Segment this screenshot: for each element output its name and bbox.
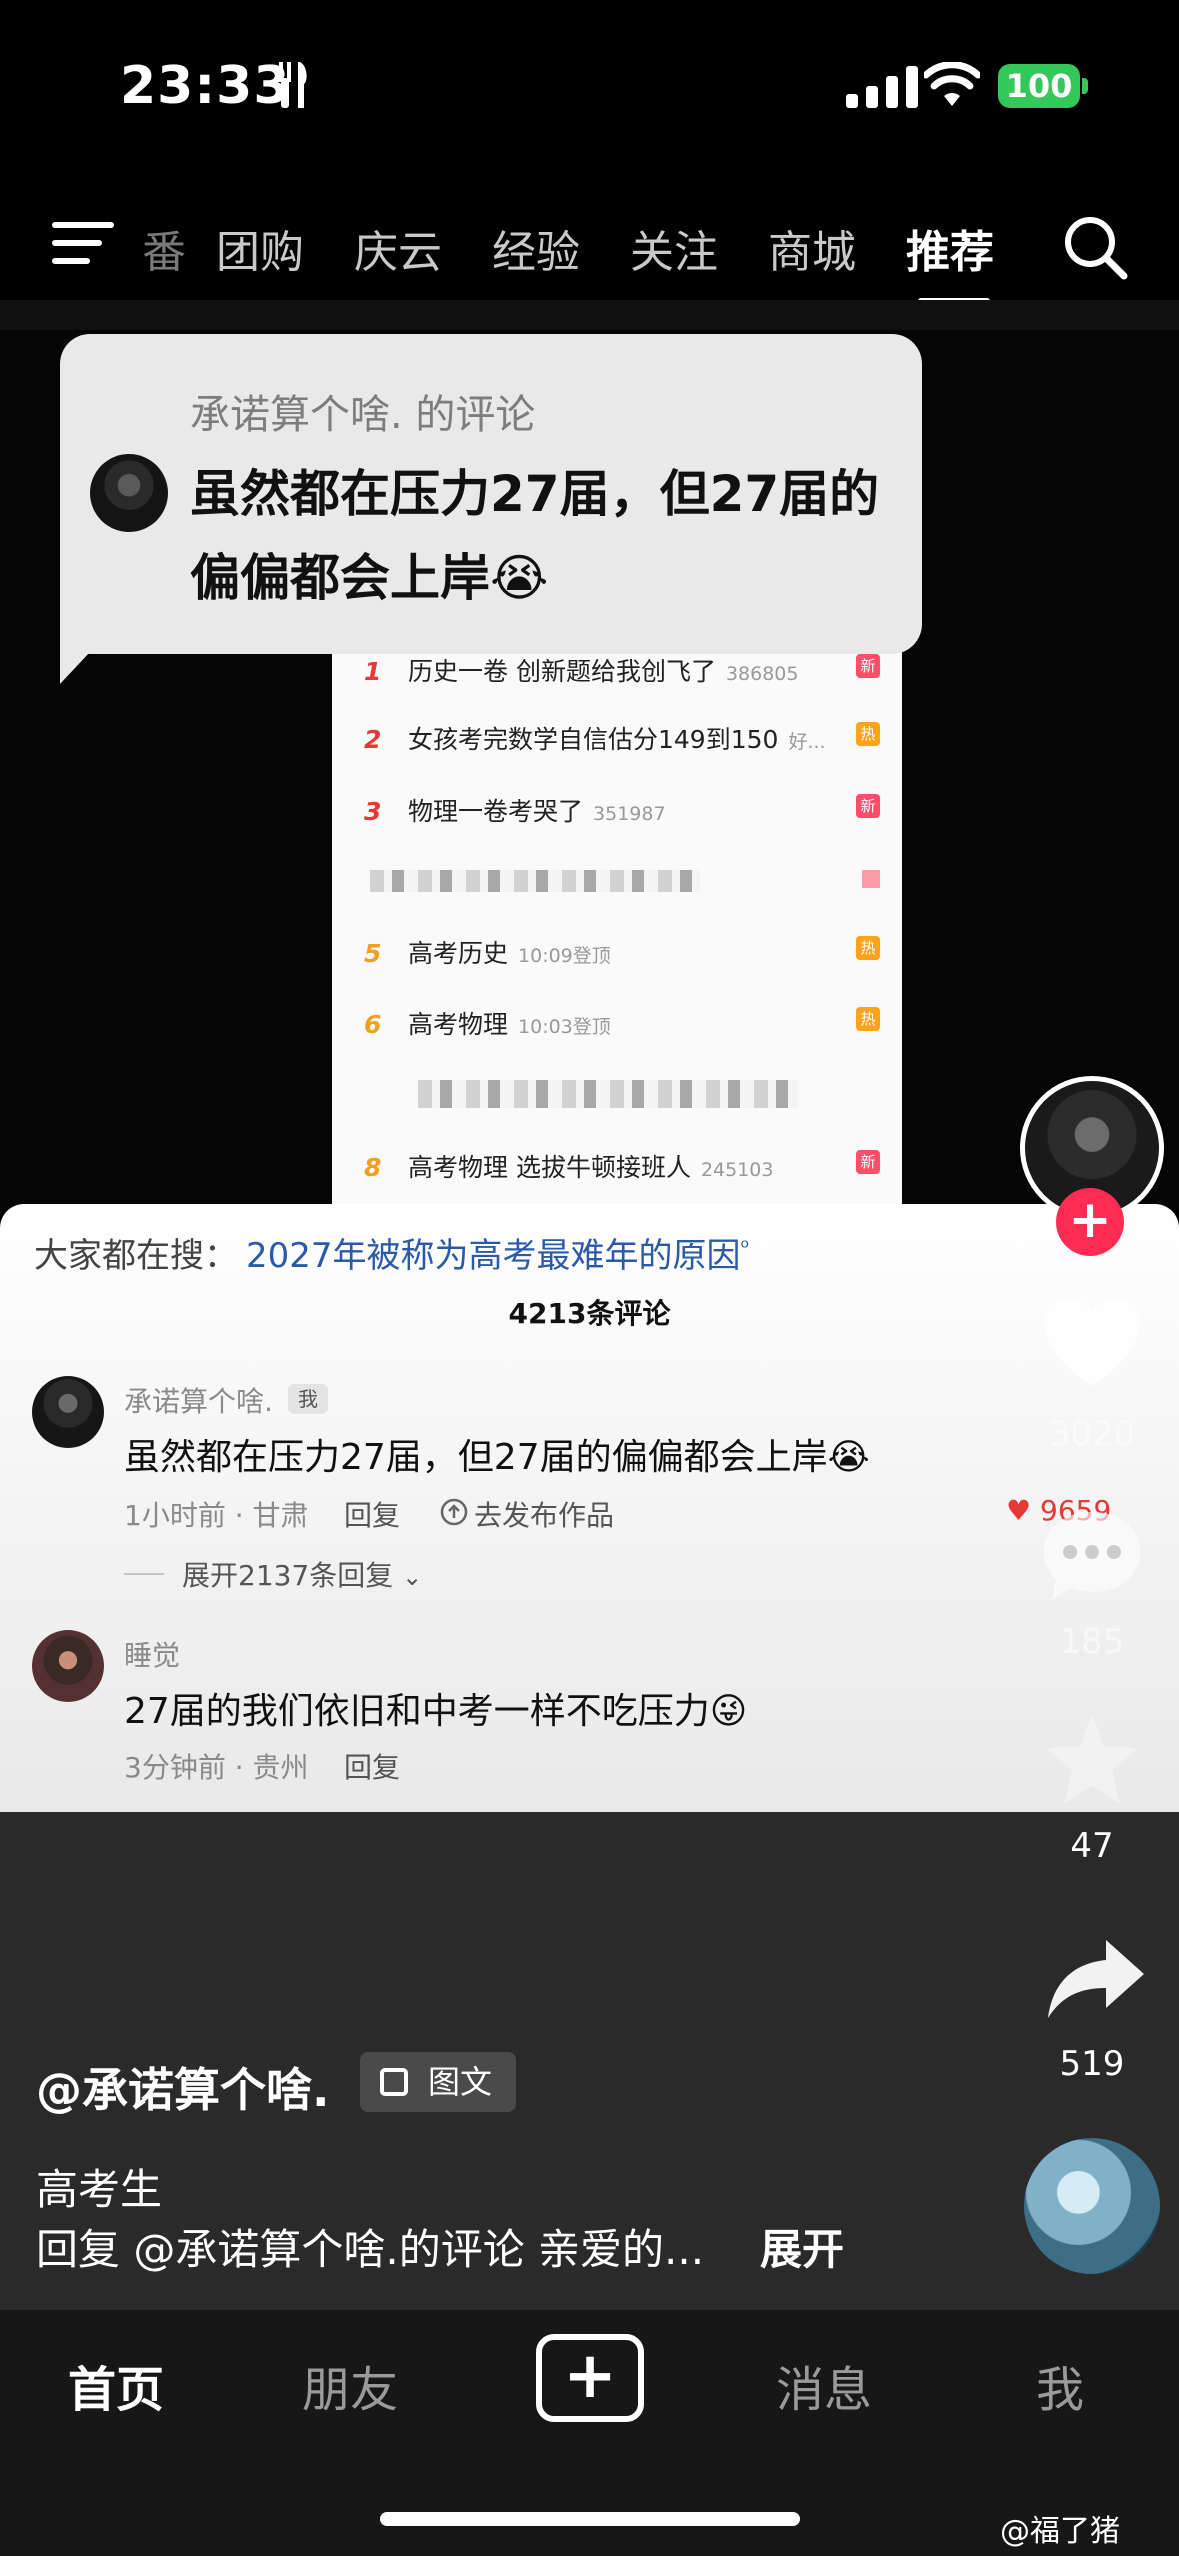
avatar bbox=[90, 454, 168, 532]
bubble-comment-text: 虽然都在压力27届，但27届的偏偏都会上岸😭 bbox=[190, 465, 880, 607]
wifi-icon bbox=[924, 62, 980, 106]
tab-home[interactable]: 首页 bbox=[68, 2350, 164, 2420]
tag-hot: 热 bbox=[856, 722, 880, 746]
comment-username[interactable]: 睡觉 bbox=[124, 1634, 180, 1674]
upload-icon bbox=[440, 1498, 468, 1526]
follow-button[interactable]: + bbox=[1056, 1188, 1124, 1256]
pixelated-row bbox=[370, 870, 700, 892]
hot-row: 8 高考物理 选拔牛顿接班人 245103 bbox=[364, 1153, 774, 1182]
me-badge: 我 bbox=[288, 1384, 328, 1414]
hot-row: 1 历史一卷 创新题给我创飞了 386805 bbox=[364, 657, 799, 686]
utensils-icon bbox=[279, 62, 307, 108]
expand-divider bbox=[124, 1573, 164, 1575]
tab-group-buy[interactable]: 团购 bbox=[216, 216, 304, 280]
pixelated-tag bbox=[862, 870, 880, 888]
watermark: @福了猪 bbox=[1000, 2514, 1120, 2549]
favorite-count: 47 bbox=[1070, 1826, 1114, 1866]
share-count: 519 bbox=[1059, 2044, 1125, 2084]
expand-caption-button[interactable]: 展开 bbox=[760, 2216, 844, 2277]
search-hint-label: 大家都在搜： bbox=[34, 1236, 238, 1276]
caption-line-2: 回复 @承诺算个啥.的评论 亲爱的... bbox=[36, 2225, 705, 2274]
comment-meta: 1小时前 · 甘肃 bbox=[124, 1499, 309, 1532]
create-post-button[interactable]: + bbox=[536, 2334, 644, 2422]
caption-line-1: 高考生 bbox=[36, 2165, 163, 2214]
comment-count: 4213条评论 bbox=[508, 1297, 671, 1330]
avatar[interactable] bbox=[32, 1376, 104, 1448]
search-icon[interactable] bbox=[1062, 214, 1128, 280]
tab-following[interactable]: 关注 bbox=[630, 216, 718, 280]
search-small-icon: ᵒ bbox=[740, 1235, 750, 1261]
tab-friends[interactable]: 朋友 bbox=[302, 2350, 398, 2420]
music-disc-icon[interactable] bbox=[1024, 2138, 1160, 2274]
tag-hot: 热 bbox=[856, 936, 880, 960]
chevron-down-icon: ⌄ bbox=[402, 1563, 423, 1591]
pixelated-row bbox=[418, 1080, 798, 1108]
tag-new: 新 bbox=[856, 1150, 880, 1174]
like-count: 3020 bbox=[1048, 1414, 1136, 1454]
comment-bubble-tail bbox=[60, 620, 120, 684]
status-time: 23:33 bbox=[120, 56, 291, 116]
avatar[interactable] bbox=[32, 1630, 104, 1702]
hot-row: 3 物理一卷考哭了 351987 bbox=[364, 797, 666, 826]
tab-qingyun[interactable]: 庆云 bbox=[354, 216, 442, 280]
share-icon[interactable] bbox=[1044, 1932, 1148, 2028]
comment-meta: 3分钟前 · 贵州 bbox=[124, 1751, 309, 1784]
tag-new: 新 bbox=[856, 654, 880, 678]
tab-experience[interactable]: 经验 bbox=[492, 216, 580, 280]
tab-mall[interactable]: 商城 bbox=[768, 216, 856, 280]
reply-button[interactable]: 回复 bbox=[344, 1746, 400, 1786]
reply-button[interactable]: 回复 bbox=[344, 1494, 400, 1534]
publish-work-button[interactable]: 去发布作品 bbox=[474, 1494, 614, 1534]
comment-text: 虽然都在压力27届，但27届的偏偏都会上岸😭 bbox=[124, 1437, 870, 1478]
battery-tip bbox=[1082, 78, 1088, 94]
comment-username[interactable]: 承诺算个啥. bbox=[124, 1380, 273, 1420]
hot-row: 5 高考历史 10:09登顶 bbox=[364, 939, 611, 968]
signal-icon bbox=[846, 66, 918, 108]
heart-icon[interactable] bbox=[1040, 1296, 1144, 1392]
comment-count-rail: 185 bbox=[1059, 1622, 1125, 1662]
heart-icon: ♥ bbox=[1006, 1494, 1032, 1527]
tag-hot: 热 bbox=[856, 1007, 880, 1031]
tag-new: 新 bbox=[856, 794, 880, 818]
battery-icon: 100 bbox=[998, 64, 1080, 108]
hot-row: 2 女孩考完数学自信估分149到150 好... bbox=[364, 725, 826, 754]
bubble-username: 承诺算个啥. 的评论 bbox=[190, 392, 536, 438]
expand-replies-button[interactable]: 展开2137条回复 ⌄ bbox=[182, 1554, 422, 1594]
menu-icon[interactable] bbox=[52, 222, 114, 266]
home-indicator bbox=[380, 2512, 800, 2526]
comment-icon[interactable] bbox=[1040, 1508, 1144, 1604]
gallery-icon bbox=[380, 2068, 408, 2096]
hot-search-panel bbox=[332, 632, 902, 1210]
tab-partial[interactable]: 番 bbox=[142, 216, 186, 280]
tab-me[interactable]: 我 bbox=[1036, 2350, 1084, 2420]
tab-recommend[interactable]: 推荐 bbox=[906, 216, 994, 280]
comment-text: 27届的我们依旧和中考一样不吃压力😜 bbox=[124, 1691, 748, 1732]
author-name[interactable]: @承诺算个啥. bbox=[36, 2054, 329, 2120]
hot-row: 6 高考物理 10:03登顶 bbox=[364, 1010, 611, 1039]
search-hint-link[interactable]: 2027年被称为高考最难年的原因ᵒ bbox=[246, 1228, 750, 1277]
tab-messages[interactable]: 消息 bbox=[776, 2350, 872, 2420]
star-icon[interactable] bbox=[1040, 1710, 1144, 1806]
